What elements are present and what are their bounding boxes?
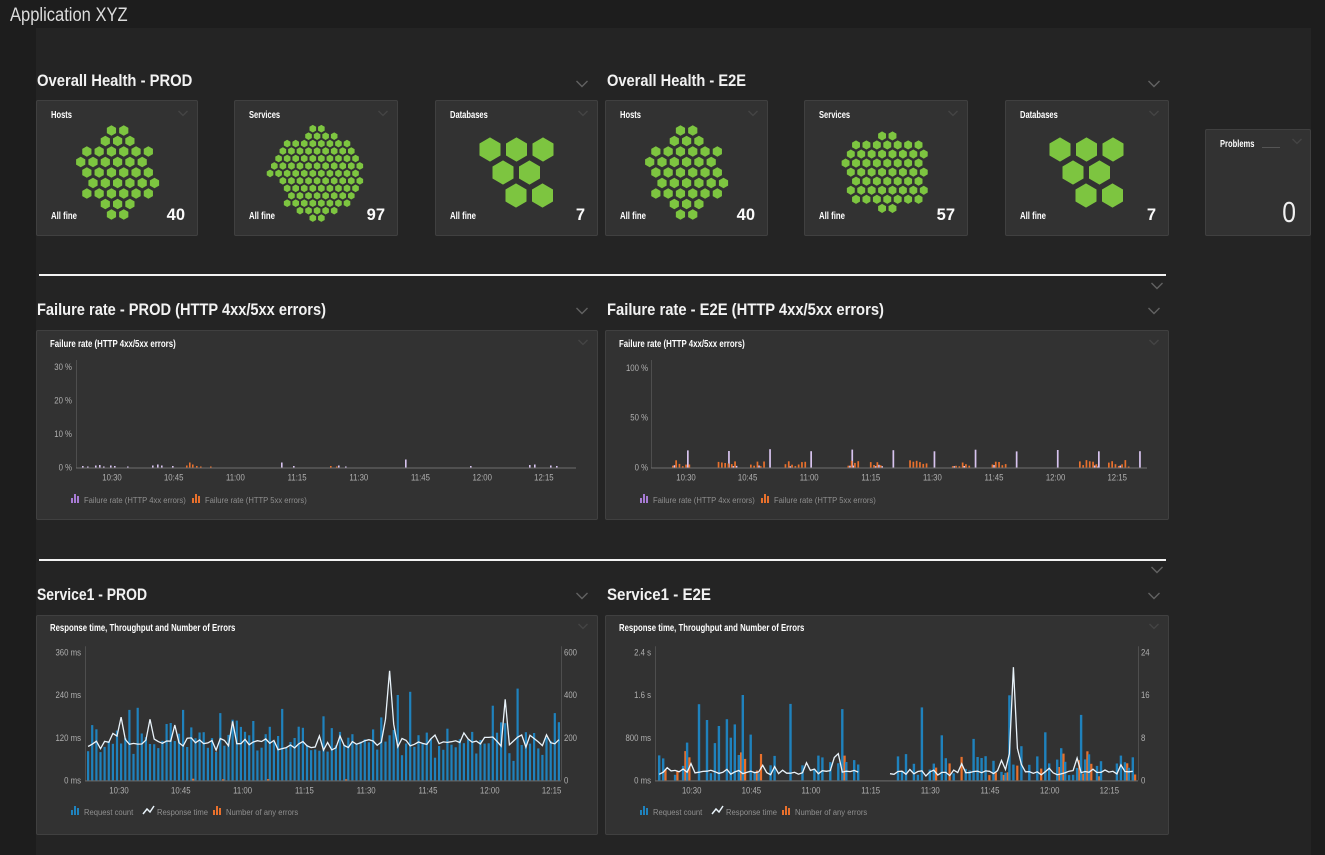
- svg-text:8: 8: [1141, 732, 1145, 743]
- svg-text:11:00: 11:00: [802, 785, 821, 796]
- svg-text:0 ms: 0 ms: [64, 775, 81, 786]
- svg-text:11:15: 11:15: [288, 472, 307, 483]
- svg-text:12:15: 12:15: [1100, 785, 1120, 796]
- svg-text:20 %: 20 %: [54, 395, 72, 406]
- svg-text:Failure rate (HTTP 4xx errors): Failure rate (HTTP 4xx errors): [653, 496, 755, 505]
- svg-text:Failure rate (HTTP 5xx errors): Failure rate (HTTP 5xx errors): [205, 496, 307, 505]
- svg-text:0 %: 0 %: [59, 462, 73, 473]
- svg-text:10:30: 10:30: [676, 472, 696, 483]
- svg-text:10:45: 10:45: [738, 472, 758, 483]
- svg-text:Failure rate (HTTP 4xx/5xx err: Failure rate (HTTP 4xx/5xx errors): [619, 338, 745, 349]
- svg-text:11:30: 11:30: [923, 472, 942, 483]
- svg-text:1.6 s: 1.6 s: [634, 689, 651, 700]
- svg-text:11:45: 11:45: [981, 785, 1000, 796]
- svg-text:800 ms: 800 ms: [625, 732, 651, 743]
- svg-text:Response time, Throughput and: Response time, Throughput and Number of …: [619, 622, 804, 633]
- svg-text:10:30: 10:30: [109, 785, 129, 796]
- svg-text:Number of any errors: Number of any errors: [795, 808, 867, 817]
- svg-text:30 %: 30 %: [54, 361, 72, 372]
- svg-text:11:00: 11:00: [233, 785, 252, 796]
- svg-text:12:00: 12:00: [480, 785, 500, 796]
- svg-text:11:30: 11:30: [357, 785, 376, 796]
- svg-text:12:15: 12:15: [1107, 472, 1127, 483]
- svg-text:12:00: 12:00: [1040, 785, 1060, 796]
- svg-text:10:45: 10:45: [171, 785, 191, 796]
- svg-text:16: 16: [1141, 689, 1150, 700]
- svg-text:2.4 s: 2.4 s: [634, 647, 651, 658]
- svg-text:12:15: 12:15: [542, 785, 562, 796]
- svg-text:10:30: 10:30: [102, 472, 122, 483]
- svg-text:11:00: 11:00: [226, 472, 245, 483]
- svg-text:0: 0: [564, 775, 568, 786]
- svg-text:400: 400: [564, 689, 577, 700]
- svg-text:Failure rate (HTTP 5xx errors): Failure rate (HTTP 5xx errors): [774, 496, 876, 505]
- svg-text:11:15: 11:15: [861, 472, 880, 483]
- svg-text:11:15: 11:15: [295, 785, 314, 796]
- svg-text:50 %: 50 %: [630, 412, 648, 423]
- svg-text:12:00: 12:00: [472, 472, 492, 483]
- svg-text:10:45: 10:45: [164, 472, 184, 483]
- svg-text:11:30: 11:30: [921, 785, 940, 796]
- svg-text:12:00: 12:00: [1046, 472, 1066, 483]
- svg-text:11:15: 11:15: [861, 785, 880, 796]
- svg-text:Number of any errors: Number of any errors: [226, 808, 298, 817]
- svg-text:11:45: 11:45: [411, 472, 430, 483]
- svg-text:0 %: 0 %: [635, 462, 649, 473]
- svg-text:0: 0: [1141, 775, 1145, 786]
- svg-text:Failure rate (HTTP 4xx errors): Failure rate (HTTP 4xx errors): [84, 496, 186, 505]
- svg-text:11:45: 11:45: [419, 785, 438, 796]
- svg-text:10:30: 10:30: [682, 785, 702, 796]
- svg-text:Failure rate (HTTP 4xx/5xx err: Failure rate (HTTP 4xx/5xx errors): [50, 338, 176, 349]
- svg-text:Response time: Response time: [726, 808, 777, 817]
- svg-text:11:30: 11:30: [349, 472, 368, 483]
- svg-text:Response time, Throughput and: Response time, Throughput and Number of …: [50, 622, 235, 633]
- svg-text:12:15: 12:15: [534, 472, 554, 483]
- svg-text:11:00: 11:00: [800, 472, 819, 483]
- svg-text:Request count: Request count: [84, 808, 134, 817]
- svg-text:100 %: 100 %: [626, 362, 648, 373]
- svg-text:10 %: 10 %: [54, 428, 72, 439]
- svg-text:600: 600: [564, 647, 577, 658]
- svg-text:240 ms: 240 ms: [55, 689, 81, 700]
- svg-text:0 ms: 0 ms: [634, 775, 651, 786]
- svg-text:Response time: Response time: [157, 808, 208, 817]
- svg-text:10:45: 10:45: [742, 785, 762, 796]
- svg-text:11:45: 11:45: [985, 472, 1004, 483]
- svg-text:24: 24: [1141, 647, 1150, 658]
- svg-text:Request count: Request count: [653, 808, 703, 817]
- svg-text:120 ms: 120 ms: [55, 732, 81, 743]
- svg-text:200: 200: [564, 732, 577, 743]
- svg-text:360 ms: 360 ms: [55, 647, 81, 658]
